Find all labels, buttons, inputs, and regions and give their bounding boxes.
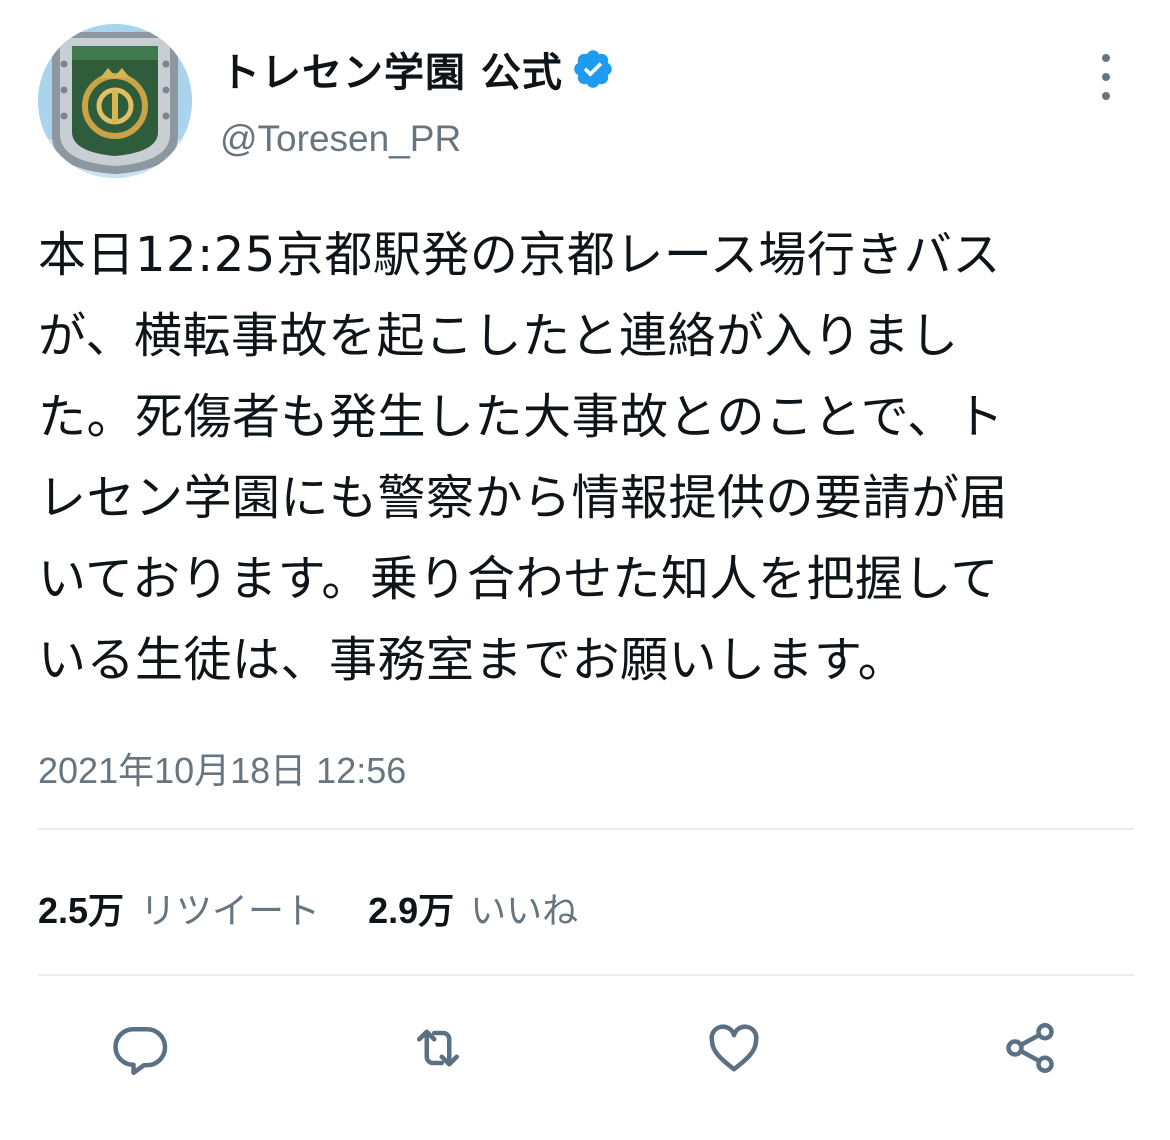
tweet-text-line: 本日12:25京都駅発の京都レース場行きバス	[38, 227, 1001, 283]
display-name[interactable]: トレセン学園 公式	[220, 40, 563, 98]
like-label[interactable]: いいね	[470, 882, 578, 934]
more-dot	[1102, 92, 1110, 100]
divider	[38, 828, 1134, 830]
reply-icon	[113, 1027, 168, 1075]
share-button[interactable]	[994, 1012, 1066, 1084]
tweet-text-line: レセン学園にも警察から情報提供の要請が届	[38, 470, 1009, 526]
tweet-text-line: いております。乗り合わせた知人を把握して	[38, 551, 999, 607]
divider	[38, 974, 1134, 976]
verified-badge-icon	[574, 50, 612, 88]
reply-button[interactable]	[104, 1012, 176, 1084]
like-button[interactable]	[698, 1012, 770, 1084]
tweet-text: 本日12:25京都駅発の京都レース場行きバス が、横転事故を起こしたと連絡が入り…	[38, 215, 1138, 701]
retweet-count[interactable]: 2.5万	[38, 882, 124, 934]
school-crest-avatar	[38, 24, 192, 178]
tweet-stats: 2.5万 リツイート 2.9万 いいね	[38, 880, 578, 936]
retweet-label[interactable]: リツイート	[140, 882, 320, 934]
author-name-row[interactable]: トレセン学園 公式	[220, 40, 615, 98]
more-options-icon[interactable]	[1088, 52, 1124, 102]
retweet-button[interactable]	[402, 1012, 474, 1084]
tweet-timestamp[interactable]: 2021年10月18日 12:56	[38, 742, 406, 794]
more-dot	[1102, 73, 1110, 81]
share-icon	[1006, 1023, 1054, 1073]
tweet-text-line: た。死傷者も発生した大事故とのことで、ト	[38, 389, 1005, 445]
action-bar	[0, 1012, 1170, 1084]
tweet-text-line: が、横転事故を起こしたと連絡が入りまし	[38, 308, 959, 364]
tweet-text-line: いる生徒は、事務室までお願いします。	[38, 632, 907, 688]
like-icon	[709, 1024, 759, 1072]
avatar[interactable]	[38, 24, 192, 178]
more-dot	[1102, 54, 1110, 62]
retweet-icon	[417, 1029, 459, 1067]
author-handle[interactable]: @Toresen_PR	[220, 118, 461, 160]
like-count[interactable]: 2.9万	[368, 882, 454, 934]
